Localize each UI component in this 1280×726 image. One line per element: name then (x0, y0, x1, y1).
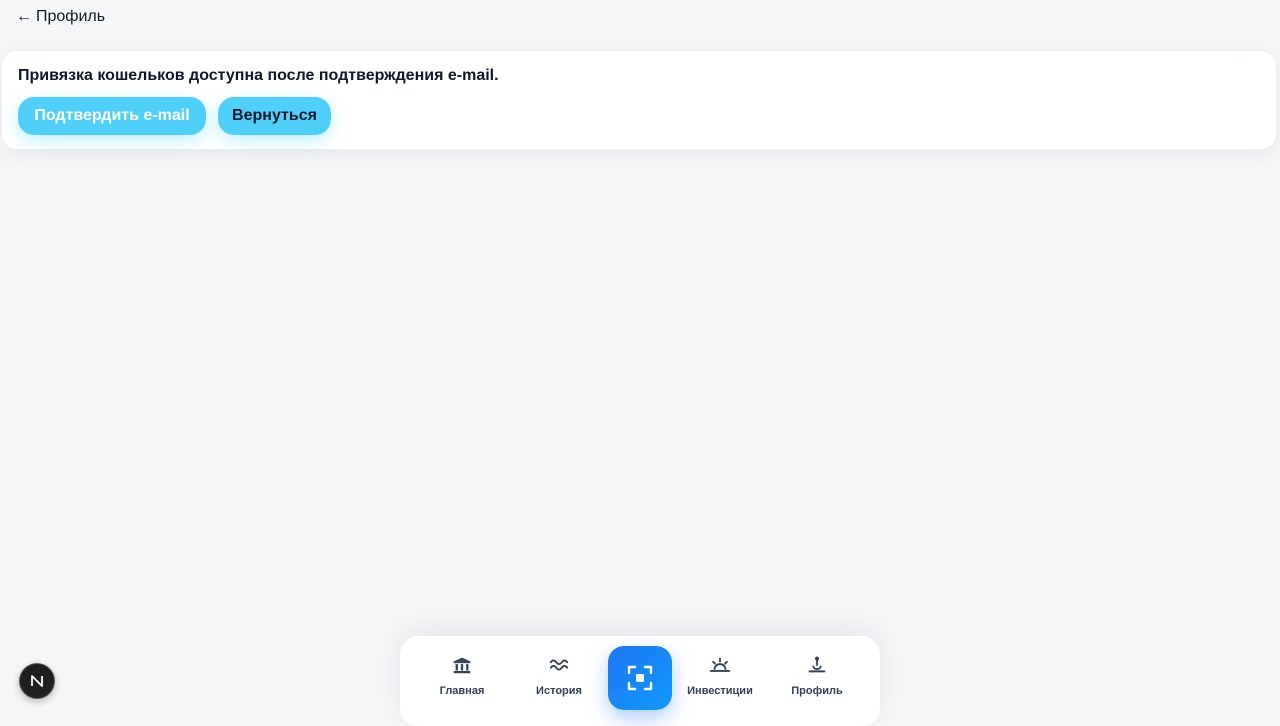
nav-item-investments[interactable]: Инвестиции (672, 654, 768, 697)
waves-icon (549, 659, 569, 671)
email-verification-notice: Привязка кошельков доступна после подтве… (1, 50, 1277, 150)
bank-icon (453, 657, 471, 674)
back-link-label: Профиль (36, 8, 106, 25)
dev-tools-badge[interactable] (19, 663, 55, 699)
next-logo-icon (31, 675, 43, 687)
nav-item-home[interactable]: Главная (414, 654, 510, 697)
nav-label-investments: Инвестиции (687, 685, 753, 697)
nav-label-history: История (536, 685, 582, 697)
nav-item-profile[interactable]: Профиль (769, 654, 865, 697)
bottom-navigation: Главная История Инвестиции Профиль (400, 636, 880, 726)
profile-icon (808, 656, 826, 673)
notice-message: Привязка кошельков доступна после подтве… (18, 67, 499, 84)
nav-label-profile: Профиль (791, 685, 843, 697)
nav-item-history[interactable]: История (511, 654, 607, 697)
back-to-profile-link[interactable]: ← Профиль (16, 7, 105, 27)
nav-label-home: Главная (439, 685, 485, 697)
scan-icon (627, 665, 653, 691)
confirm-email-button[interactable]: Подтвердить e-mail (18, 97, 206, 135)
scan-button[interactable] (608, 646, 672, 710)
return-button[interactable]: Вернуться (218, 97, 331, 135)
arrow-left-icon: ← (16, 8, 32, 25)
sunrise-icon (709, 657, 731, 672)
